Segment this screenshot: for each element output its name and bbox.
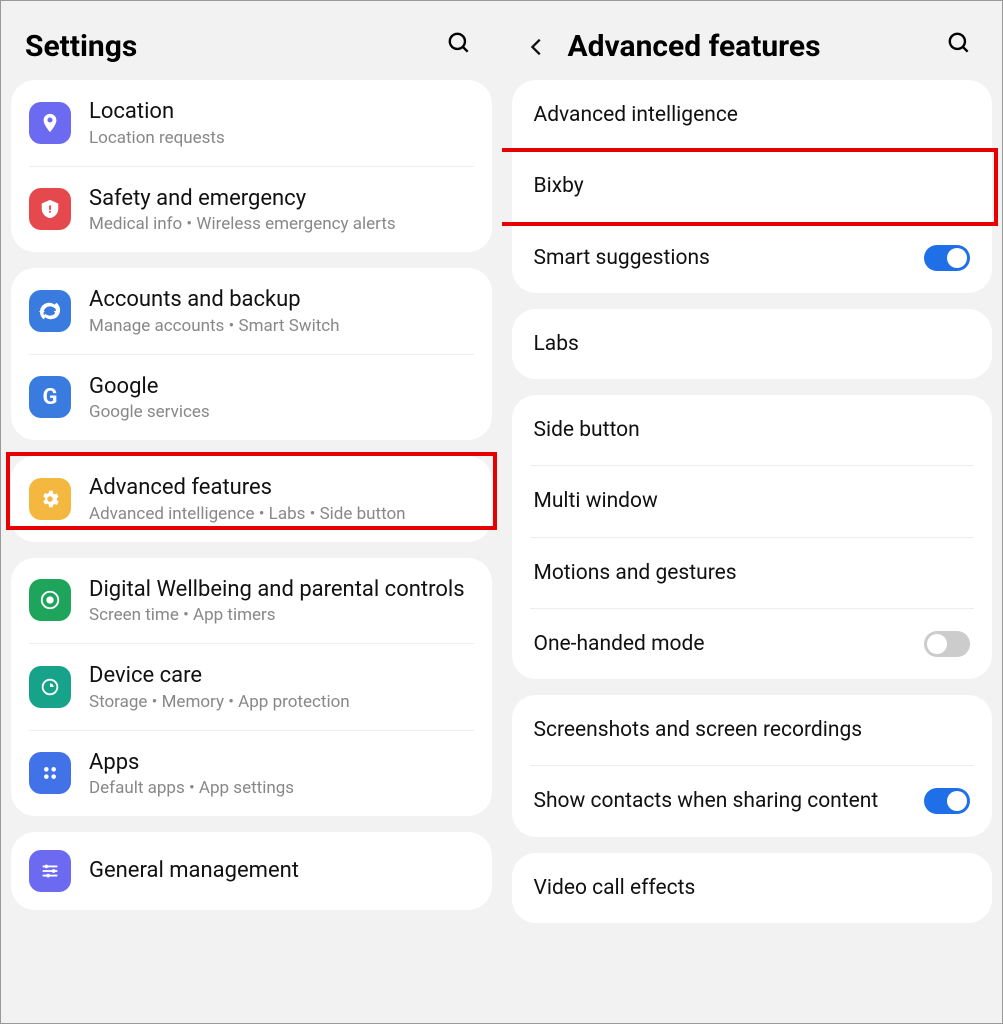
safety-icon	[29, 188, 71, 230]
settings-row-apps[interactable]: Apps Default apps • App settings	[29, 730, 474, 817]
row-sub: Location requests	[89, 128, 474, 148]
row-motions-gestures[interactable]: Motions and gestures	[530, 537, 975, 608]
digital-wellbeing-icon	[29, 579, 71, 621]
row-bixby[interactable]: Bixby	[530, 150, 975, 221]
row-title: Video call effects	[534, 875, 971, 901]
search-icon[interactable]	[446, 30, 472, 63]
row-sub: Default apps • App settings	[89, 778, 474, 798]
row-title: Motions and gestures	[534, 560, 971, 586]
row-multi-window[interactable]: Multi window	[530, 465, 975, 536]
advanced-features-icon	[29, 478, 71, 520]
settings-group: Location Location requests Safety and em…	[11, 80, 492, 252]
row-title: Apps	[89, 749, 474, 777]
settings-row-location[interactable]: Location Location requests	[29, 80, 474, 166]
device-care-icon	[29, 666, 71, 708]
advanced-features-pane: Advanced features Advanced intelligence …	[502, 1, 1003, 1023]
google-icon: G	[29, 376, 71, 418]
settings-pane: Settings Location Location requests Safe…	[1, 1, 502, 1023]
toggle-switch[interactable]	[924, 788, 970, 814]
row-sub: Storage • Memory • App protection	[89, 692, 474, 712]
general-management-icon	[29, 850, 71, 892]
apps-icon	[29, 752, 71, 794]
row-sub: Screen time • App timers	[89, 605, 474, 625]
row-title: Smart suggestions	[534, 245, 915, 271]
row-title: Screenshots and screen recordings	[534, 717, 971, 743]
row-title: Location	[89, 98, 474, 126]
settings-header: Settings	[1, 1, 502, 80]
row-sub: Advanced intelligence • Labs • Side butt…	[89, 504, 474, 524]
row-video-call-effects[interactable]: Video call effects	[530, 853, 975, 923]
settings-row-general[interactable]: General management	[29, 832, 474, 910]
row-one-handed-mode[interactable]: One-handed mode	[530, 608, 975, 679]
row-title: Bixby	[534, 173, 971, 199]
settings-group: General management	[11, 832, 492, 910]
row-title: One-handed mode	[534, 631, 915, 657]
row-title: Advanced features	[89, 474, 474, 502]
search-icon[interactable]	[946, 30, 972, 63]
advanced-group: Screenshots and screen recordings Show c…	[512, 695, 993, 837]
toggle-switch[interactable]	[924, 245, 970, 271]
row-advanced-intelligence[interactable]: Advanced intelligence	[530, 80, 975, 150]
row-sub: Google services	[89, 402, 474, 422]
advanced-group: Labs	[512, 309, 993, 379]
row-smart-suggestions[interactable]: Smart suggestions	[530, 222, 975, 293]
row-title: Device care	[89, 662, 474, 690]
advanced-group: Side button Multi window Motions and ges…	[512, 395, 993, 679]
back-icon[interactable]	[526, 36, 556, 58]
row-title: Show contacts when sharing content	[534, 788, 915, 814]
settings-row-wellbeing[interactable]: Digital Wellbeing and parental controls …	[29, 558, 474, 644]
row-title: Google	[89, 373, 474, 401]
row-title: Multi window	[534, 488, 971, 514]
settings-group: Digital Wellbeing and parental controls …	[11, 558, 492, 817]
page-title: Advanced features	[568, 29, 947, 64]
toggle-switch[interactable]	[924, 631, 970, 657]
row-show-contacts[interactable]: Show contacts when sharing content	[530, 765, 975, 836]
row-sub: Medical info • Wireless emergency alerts	[89, 214, 474, 234]
row-title: Labs	[534, 331, 971, 357]
settings-group: Accounts and backup Manage accounts • Sm…	[11, 268, 492, 440]
row-title: Accounts and backup	[89, 286, 474, 314]
advanced-group: Video call effects	[512, 853, 993, 923]
location-icon	[29, 102, 71, 144]
settings-row-safety[interactable]: Safety and emergency Medical info • Wire…	[29, 166, 474, 253]
advanced-group: Advanced intelligence Bixby Smart sugges…	[512, 80, 993, 293]
row-screenshots[interactable]: Screenshots and screen recordings	[530, 695, 975, 765]
settings-row-device-care[interactable]: Device care Storage • Memory • App prote…	[29, 643, 474, 730]
row-side-button[interactable]: Side button	[530, 395, 975, 465]
row-sub: Manage accounts • Smart Switch	[89, 316, 474, 336]
row-title: Digital Wellbeing and parental controls	[89, 576, 474, 604]
accounts-backup-icon	[29, 290, 71, 332]
row-title: Advanced intelligence	[534, 102, 971, 128]
row-labs[interactable]: Labs	[530, 309, 975, 379]
page-title: Settings	[25, 29, 446, 64]
row-title: Safety and emergency	[89, 185, 474, 213]
row-title: Side button	[534, 417, 971, 443]
settings-group: Advanced features Advanced intelligence …	[11, 456, 492, 542]
row-title: General management	[89, 857, 474, 885]
settings-row-advanced-features[interactable]: Advanced features Advanced intelligence …	[29, 456, 474, 542]
settings-row-google[interactable]: G Google Google services	[29, 354, 474, 441]
settings-row-accounts[interactable]: Accounts and backup Manage accounts • Sm…	[29, 268, 474, 354]
advanced-header: Advanced features	[502, 1, 1003, 80]
